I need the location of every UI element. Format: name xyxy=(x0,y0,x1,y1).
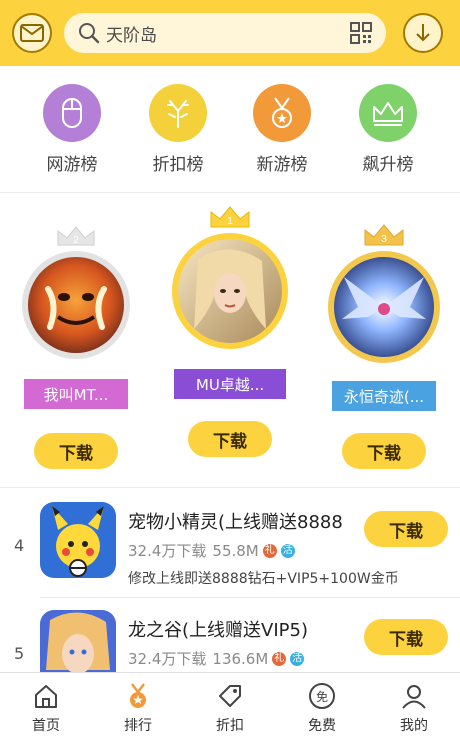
free-icon: 免 xyxy=(307,681,337,711)
download-button[interactable]: 下载 xyxy=(342,433,426,469)
search-icon xyxy=(79,23,100,44)
svg-text:免: 免 xyxy=(316,689,328,704)
podium-rank-3[interactable]: 3 永恒奇迹(... 下载 xyxy=(314,193,454,485)
tab-free[interactable]: 免 免费 xyxy=(282,681,362,735)
download-manager-button[interactable] xyxy=(403,13,443,53)
tab-label: 折扣 xyxy=(216,718,244,734)
download-button[interactable]: 下载 xyxy=(364,619,448,655)
category-online-games[interactable]: 网游榜 xyxy=(32,84,112,175)
divider xyxy=(0,487,460,488)
category-label: 折扣榜 xyxy=(152,155,204,175)
mail-button[interactable] xyxy=(12,13,52,53)
game-name-ribbon: MU卓越... xyxy=(174,369,286,399)
download-button[interactable]: 下载 xyxy=(188,421,272,457)
top-three-podium: 2 我叫MT... 下载 1 MU卓越... 下载 3 永恒奇迹(... 下载 xyxy=(0,193,460,485)
tab-ranking[interactable]: 排行 xyxy=(98,681,178,735)
file-size: 136.6M xyxy=(212,649,269,668)
game-name-ribbon: 我叫MT... xyxy=(24,379,128,409)
tab-label: 排行 xyxy=(124,718,152,734)
search-input[interactable]: 天阶岛 xyxy=(106,21,157,46)
silver-crown-icon: 2 xyxy=(57,226,95,246)
tab-home[interactable]: 首页 xyxy=(6,681,86,735)
qr-scan-icon[interactable] xyxy=(350,22,372,44)
antlers-icon xyxy=(149,84,207,142)
svg-text:1: 1 xyxy=(227,216,233,227)
rank-number: 5 xyxy=(14,644,25,663)
category-label: 飙升榜 xyxy=(362,155,414,175)
tab-label: 免费 xyxy=(308,718,336,734)
event-badge: 活 xyxy=(280,543,295,558)
category-label: 新游榜 xyxy=(256,155,308,175)
game-icon[interactable] xyxy=(40,502,116,578)
game-artwork xyxy=(178,239,282,343)
podium-rank-2[interactable]: 2 我叫MT... 下载 xyxy=(6,193,146,485)
gift-badge: 礼 xyxy=(262,543,277,558)
list-item[interactable]: 4 宠物小精灵(上线赠送8888 32.4万下载 55.8M 礼 活 修改上线即… xyxy=(0,490,460,598)
tab-discount[interactable]: 折扣 xyxy=(190,681,270,735)
tab-label: 我的 xyxy=(400,718,428,734)
download-icon xyxy=(416,24,430,42)
game-avatar[interactable] xyxy=(328,251,440,363)
user-icon xyxy=(399,681,429,711)
category-rising[interactable]: 飙升榜 xyxy=(348,84,428,175)
bronze-crown-icon: 3 xyxy=(364,224,404,246)
mouse-icon xyxy=(43,84,101,142)
gold-crown-icon: 1 xyxy=(210,206,250,228)
game-avatar[interactable] xyxy=(172,233,288,349)
file-size: 55.8M xyxy=(212,541,259,560)
game-name-ribbon: 永恒奇迹(... xyxy=(332,381,436,411)
download-button[interactable]: 下载 xyxy=(34,433,118,469)
category-new-games[interactable]: 新游榜 xyxy=(242,84,322,175)
medal-icon xyxy=(253,84,311,142)
category-label: 网游榜 xyxy=(46,155,98,175)
bottom-tab-bar: 首页 排行 折扣 免 免费 我的 xyxy=(0,672,460,742)
event-badge: 活 xyxy=(290,651,305,666)
svg-text:3: 3 xyxy=(381,234,387,245)
game-artwork xyxy=(40,502,116,578)
category-discount[interactable]: 折扣榜 xyxy=(138,84,218,175)
game-title: 龙之谷(上线赠送VIP5) xyxy=(128,620,308,641)
download-count: 32.4万下载 xyxy=(128,542,207,560)
rank-medal-icon xyxy=(123,681,153,711)
game-title: 宠物小精灵(上线赠送8888 xyxy=(128,512,343,533)
gift-badge: 礼 xyxy=(272,651,287,666)
tab-label: 首页 xyxy=(32,718,60,734)
game-meta: 32.4万下载 136.6M 礼 活 xyxy=(128,648,305,669)
game-artwork xyxy=(334,257,434,357)
game-description: 修改上线即送8888钻石+VIP5+100W金币 xyxy=(128,571,399,587)
download-count: 32.4万下载 xyxy=(128,650,207,668)
top-bar: 天阶岛 xyxy=(0,0,460,66)
game-artwork xyxy=(28,257,124,353)
mail-icon xyxy=(20,24,44,42)
tag-icon xyxy=(215,681,245,711)
crown-icon xyxy=(359,84,417,142)
tab-mine[interactable]: 我的 xyxy=(374,681,454,735)
podium-rank-1[interactable]: 1 MU卓越... 下载 xyxy=(160,193,300,485)
download-button[interactable]: 下载 xyxy=(364,511,448,547)
svg-text:2: 2 xyxy=(73,235,79,246)
game-meta: 32.4万下载 55.8M 礼 活 xyxy=(128,540,295,561)
ranking-categories: 网游榜 折扣榜 新游榜 飙升榜 xyxy=(0,66,460,192)
search-bar[interactable]: 天阶岛 xyxy=(64,13,386,53)
rank-number: 4 xyxy=(14,536,25,555)
game-avatar[interactable] xyxy=(22,251,130,359)
home-icon xyxy=(31,681,61,711)
